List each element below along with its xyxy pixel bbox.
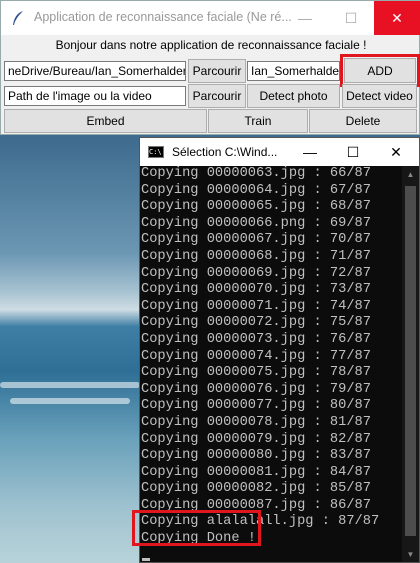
console-line: Copying 00000063.jpg : 66/87 — [141, 166, 371, 181]
maximize-button[interactable]: ☐ — [328, 1, 374, 35]
done-highlight-box — [132, 510, 261, 546]
scroll-up-icon[interactable]: ▲ — [402, 166, 419, 182]
console-line: Copying 00000081.jpg : 84/87 — [141, 464, 371, 480]
console-line: Copying 00000072.jpg : 75/87 — [141, 315, 371, 331]
console-line: Copying 00000070.jpg : 73/87 — [141, 282, 371, 298]
console-line: Copying 00000066.png : 69/87 — [141, 215, 371, 231]
media-path-input[interactable]: Path de l'image ou la video — [4, 86, 186, 106]
console-line: Copying 00000076.jpg : 79/87 — [141, 381, 371, 397]
console-line: Copying 00000080.jpg : 83/87 — [141, 448, 371, 464]
minimize-button[interactable]: — — [282, 1, 328, 35]
console-line: Copying 00000068.jpg : 71/87 — [141, 248, 371, 264]
console-maximize-button[interactable]: ☐ — [331, 138, 375, 166]
console-scrollbar[interactable]: ▲ ▼ — [402, 166, 419, 562]
console-line: Copying 00000073.jpg : 76/87 — [141, 331, 371, 347]
app-window: Application de reconnaissance faciale (N… — [0, 0, 420, 135]
close-button[interactable]: ✕ — [374, 1, 420, 35]
console-line: Copying 00000071.jpg : 74/87 — [141, 298, 371, 314]
console-line: Copying 00000077.jpg : 80/87 — [141, 398, 371, 414]
scroll-down-icon[interactable]: ▼ — [402, 546, 419, 562]
train-button[interactable]: Train — [208, 109, 308, 133]
console-line: Copying 00000074.jpg : 77/87 — [141, 348, 371, 364]
console-line: Copying 00000065.jpg : 68/87 — [141, 199, 371, 215]
wave-decoration — [10, 398, 130, 404]
app-titlebar[interactable]: Application de reconnaissance faciale (N… — [1, 1, 420, 35]
console-minimize-button[interactable]: — — [288, 138, 332, 166]
detect-video-button[interactable]: Detect video — [342, 84, 417, 108]
console-line: Copying 00000069.jpg : 72/87 — [141, 265, 371, 281]
console-line: Copying 00000078.jpg : 81/87 — [141, 414, 371, 430]
wave-decoration — [0, 382, 140, 388]
console-titlebar[interactable]: C:\ Sélection C:\Wind... — ☐ ✕ — [140, 138, 419, 166]
browse-folder-button[interactable]: Parcourir — [188, 59, 246, 83]
feather-icon — [13, 11, 23, 25]
browse-media-button[interactable]: Parcourir — [188, 84, 246, 108]
console-close-button[interactable]: ✕ — [374, 138, 418, 166]
add-highlight-box — [340, 54, 420, 87]
folder-path-input[interactable]: neDrive/Bureau/Ian_Somerhalder — [4, 61, 186, 81]
console-line: Copying 00000064.jpg : 67/87 — [141, 182, 371, 198]
console-line: Copying 00000075.jpg : 78/87 — [141, 365, 371, 381]
console-line: Copying 00000082.jpg : 85/87 — [141, 481, 371, 497]
delete-button[interactable]: Delete — [309, 109, 417, 133]
console-title: Sélection C:\Wind... — [172, 145, 278, 159]
console-line: Copying 00000079.jpg : 82/87 — [141, 431, 371, 447]
console-window: C:\ Sélection C:\Wind... — ☐ ✕ Copying 0… — [139, 137, 420, 563]
scroll-thumb[interactable] — [405, 186, 416, 536]
embed-button[interactable]: Embed — [4, 109, 207, 133]
app-title: Application de reconnaissance faciale (N… — [34, 10, 292, 24]
detect-photo-button[interactable]: Detect photo — [247, 84, 340, 108]
cmd-icon: C:\ — [148, 146, 164, 158]
console-cursor — [142, 557, 150, 561]
name-input[interactable]: Ian_Somerhalder — [247, 61, 340, 81]
greeting-label: Bonjour dans notre application de reconn… — [55, 38, 367, 52]
console-line: Copying 00000067.jpg : 70/87 — [141, 232, 371, 248]
console-output: Copying 00000063.jpg : 66/87 Copying 0000… — [140, 166, 402, 562]
